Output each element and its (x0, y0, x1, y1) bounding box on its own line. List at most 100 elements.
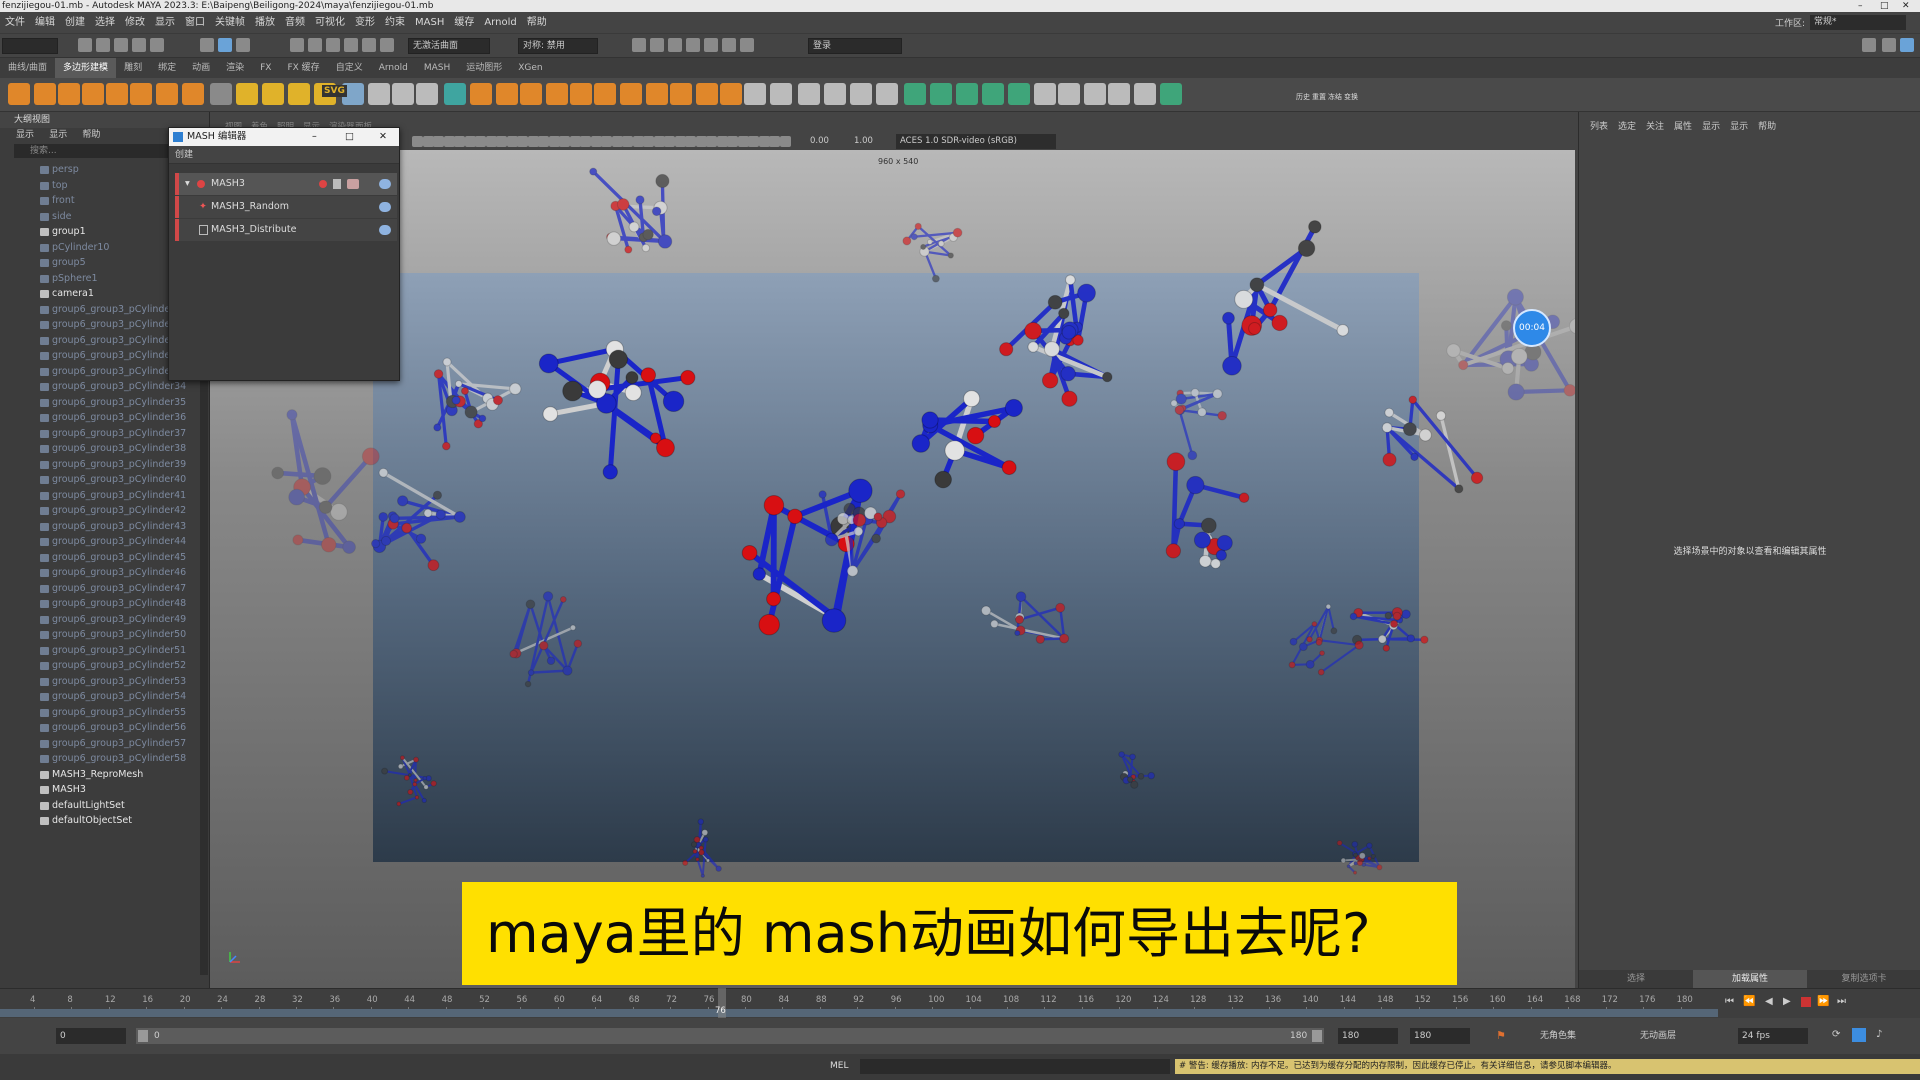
viewport-tool-icon[interactable] (664, 136, 675, 147)
outliner-item[interactable]: group6_group3_pCylinder39 (0, 457, 209, 473)
render-frame-icon[interactable] (650, 38, 664, 52)
viewport-tool-icon[interactable] (748, 136, 759, 147)
outliner-item[interactable]: group6_group3_pCylinder36 (0, 410, 209, 426)
mash-editor-titlebar[interactable]: MASH 编辑器 – □ ✕ (169, 128, 399, 146)
mash-maximize-button[interactable]: □ (345, 128, 354, 146)
viewport-tool-icon[interactable] (737, 136, 749, 147)
outliner-item[interactable]: group6_group3_pCylinder43 (0, 519, 209, 535)
shelf-tab[interactable]: 曲线/曲面 (0, 58, 55, 78)
shelf-tool-icon[interactable] (824, 83, 846, 105)
redo-icon[interactable] (150, 38, 164, 52)
mash-delete-icon[interactable] (319, 180, 327, 188)
menu-item[interactable]: MASH (410, 12, 449, 34)
menu-item[interactable]: 播放 (250, 12, 280, 34)
shelf-tool-icon[interactable] (470, 83, 492, 105)
shelf-tool-icon[interactable] (930, 83, 952, 105)
viewport-tool-icon[interactable] (758, 136, 770, 147)
mash-node-distribute[interactable]: MASH3_Distribute (175, 219, 397, 241)
viewport-tool-icon[interactable] (674, 136, 686, 147)
shelf-tab[interactable]: 绑定 (150, 58, 184, 78)
outliner-item[interactable]: group6_group3_pCylinder50 (0, 627, 209, 643)
workspace-select[interactable]: 常规* (1810, 15, 1906, 30)
viewport-tool-icon[interactable] (485, 136, 497, 147)
menu-set-select[interactable] (2, 38, 58, 54)
snap-surface-icon[interactable] (362, 38, 376, 52)
step-back-icon[interactable]: ⏪ (1743, 996, 1755, 1007)
menu-item[interactable]: 选择 (90, 12, 120, 34)
shelf-tool-icon[interactable] (288, 83, 310, 105)
mash-script-icon[interactable] (333, 179, 341, 189)
viewport-tool-icon[interactable] (433, 136, 444, 147)
new-scene-icon[interactable] (78, 38, 92, 52)
modeling-toolkit-icon[interactable] (1862, 38, 1876, 52)
outliner-item[interactable]: group6_group3_pCylinder56 (0, 720, 209, 736)
save-scene-icon[interactable] (114, 38, 128, 52)
copy-tab-button[interactable]: 复制选项卡 (1807, 970, 1920, 988)
shelf-tool-icon[interactable] (956, 83, 978, 105)
outliner-item[interactable]: group6_group3_pCylinder38 (0, 441, 209, 457)
outliner-item[interactable]: defaultObjectSet (0, 813, 209, 829)
shelf-tab[interactable]: Arnold (371, 58, 416, 78)
range-slider[interactable]: 0 180 (136, 1028, 1324, 1044)
shelf-tool-icon[interactable] (82, 83, 104, 105)
mash-create-menu[interactable]: 创建 (169, 146, 399, 164)
shelf-tab[interactable]: 多边形建模 (55, 58, 117, 78)
shelf-tool-icon[interactable] (1108, 83, 1130, 105)
render-settings-icon[interactable] (686, 38, 700, 52)
attribute-editor-toggle-icon[interactable] (1900, 38, 1914, 52)
menu-item[interactable]: 帮助 (522, 12, 552, 34)
viewport-tool-icon[interactable] (601, 136, 612, 147)
shelf-tool-icon[interactable] (106, 83, 128, 105)
viewport-tool-icon[interactable] (611, 136, 623, 147)
sound-icon[interactable]: ♪ (1876, 1029, 1882, 1040)
viewport-tool-icon[interactable] (475, 136, 486, 147)
viewport-tool-icon[interactable] (622, 136, 633, 147)
step-forward-icon[interactable]: ⏩ (1817, 996, 1829, 1007)
shelf-tool-icon[interactable] (904, 83, 926, 105)
shelf-tool-icon[interactable] (210, 83, 232, 105)
select-component-icon[interactable] (236, 38, 250, 52)
viewport-tool-icon[interactable] (548, 136, 560, 147)
symmetry-select[interactable]: 对称: 禁用 (518, 38, 598, 54)
minimize-button[interactable]: – (1858, 0, 1863, 12)
shelf-tool-icon[interactable] (876, 83, 898, 105)
snap-grid-icon[interactable] (290, 38, 304, 52)
attribute-editor-menu-item[interactable]: 选定 (1613, 112, 1641, 142)
shelf-tool-icon[interactable] (496, 83, 518, 105)
outliner-item[interactable]: MASH3_ReproMesh (0, 767, 209, 783)
shelf-tool-icon[interactable] (850, 83, 872, 105)
menu-item[interactable]: 约束 (380, 12, 410, 34)
viewport-tool-icon[interactable] (443, 136, 455, 147)
outliner-item[interactable]: group6_group3_pCylinder58 (0, 751, 209, 767)
menu-item[interactable]: 显示 (150, 12, 180, 34)
mash-close-button[interactable]: ✕ (379, 128, 387, 146)
viewport-tool-icon[interactable] (422, 136, 434, 147)
shelf-tool-icon[interactable] (646, 83, 668, 105)
viewport-tool-icon[interactable] (527, 136, 539, 147)
outliner-menu-show[interactable]: 显示 (43, 128, 73, 142)
viewport-tool-icon[interactable] (706, 136, 717, 147)
attribute-editor-menu-item[interactable]: 列表 (1585, 112, 1613, 142)
shelf-tool-icon[interactable] (1084, 83, 1106, 105)
shelf-tool-icon[interactable] (444, 83, 466, 105)
shelf-tab[interactable]: FX (252, 58, 279, 78)
outliner-item[interactable]: group6_group3_pCylinder40 (0, 472, 209, 488)
undo-icon[interactable] (132, 38, 146, 52)
viewport-tool-icon[interactable] (412, 136, 423, 147)
maximize-button[interactable]: □ (1880, 0, 1889, 12)
shelf-tool-icon[interactable] (1134, 83, 1156, 105)
cache-playback-icon[interactable] (1852, 1028, 1866, 1042)
stop-icon[interactable] (1801, 997, 1811, 1007)
viewport-tool-icon[interactable] (716, 136, 728, 147)
auto-key-icon[interactable]: ⚑ (1496, 1029, 1506, 1042)
shelf-tool-icon[interactable] (130, 83, 152, 105)
go-to-end-icon[interactable]: ⏭ (1837, 996, 1846, 1007)
character-set-select[interactable]: 无角色集 (1540, 1028, 1632, 1044)
viewport-tool-icon[interactable] (590, 136, 602, 147)
viewport-tool-icon[interactable] (496, 136, 507, 147)
outliner-item[interactable]: MASH3 (0, 782, 209, 798)
mash-node-toggle[interactable] (379, 179, 391, 189)
shelf-tab[interactable]: 渲染 (218, 58, 252, 78)
expand-arrow-icon[interactable]: ▾ (185, 173, 190, 195)
shelf-tab[interactable]: 自定义 (328, 58, 371, 78)
